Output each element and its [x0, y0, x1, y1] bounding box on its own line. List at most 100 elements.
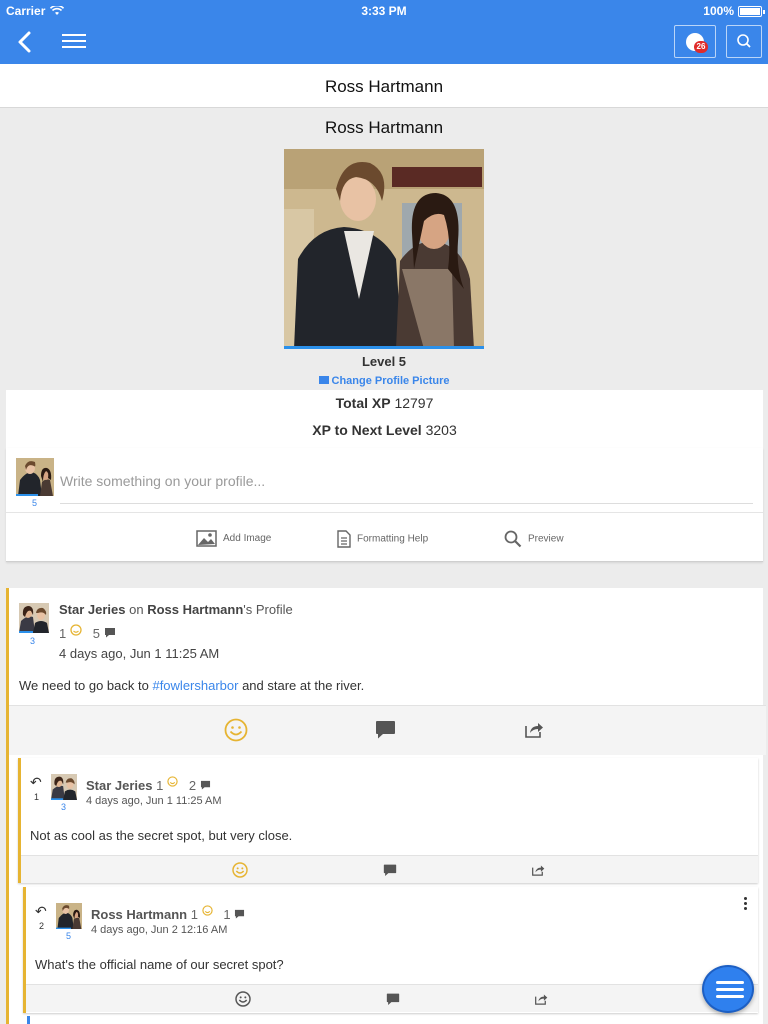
post-date: 4 days ago, Jun 1 11:25 AM: [59, 646, 220, 661]
menu-button[interactable]: [60, 30, 88, 54]
post-actions: [9, 705, 766, 755]
hamburger-icon: [716, 981, 744, 984]
avatar[interactable]: [19, 603, 49, 633]
comment-count: 1: [223, 907, 231, 922]
search-icon: [737, 34, 751, 48]
hamburger-icon-line: [62, 46, 86, 48]
reply-arrow-icon: ↶: [35, 903, 47, 919]
change-profile-picture-link[interactable]: Change Profile Picture: [0, 375, 768, 387]
page-title: Ross Hartmann: [0, 64, 768, 108]
chevron-left-icon: [18, 31, 31, 53]
preview-button[interactable]: Preview: [504, 530, 564, 548]
next-reply-edge: [27, 1016, 758, 1024]
formatting-help-button[interactable]: Formatting Help: [337, 530, 428, 548]
composer-toolbar: Add Image Formatting Help Preview: [6, 512, 763, 562]
reply-actions: [26, 984, 758, 1012]
reply-body: Not as cool as the secret spot, but very…: [30, 828, 293, 843]
profile-name: Ross Hartmann: [324, 118, 444, 137]
battery-percent: 100%: [703, 4, 734, 18]
smile-count: 1: [59, 626, 67, 641]
smile-icon: [167, 776, 178, 787]
document-icon: [337, 530, 351, 548]
smile-button-icon[interactable]: [232, 862, 248, 878]
preview-label: Preview: [528, 533, 564, 545]
change-profile-picture-label: Change Profile Picture: [331, 375, 450, 387]
share-icon[interactable]: [535, 993, 548, 1005]
reply-arrow-icon: ↶: [30, 774, 42, 790]
comment-button-icon[interactable]: [386, 993, 400, 1006]
notifications-button[interactable]: 26: [674, 25, 716, 58]
post-body-text-end: and stare at the river.: [238, 678, 365, 693]
profile-owner-link[interactable]: Ross Hartmann: [147, 602, 243, 617]
reply-header: Star Jeries 1 2: [86, 776, 211, 793]
hamburger-icon-line: [716, 995, 744, 998]
avatar-level: 5: [66, 931, 72, 941]
next-level-xp-value: 3203: [425, 422, 457, 438]
comment-button-icon[interactable]: [383, 864, 397, 877]
smile-button-icon[interactable]: [224, 718, 248, 742]
profile-post-input[interactable]: [60, 456, 753, 504]
next-level-xp-label: XP to Next Level: [312, 422, 422, 438]
reply-date: 4 days ago, Jun 2 12:16 AM: [91, 924, 228, 936]
share-icon[interactable]: [532, 864, 545, 876]
clock: 3:33 PM: [361, 4, 407, 18]
reply-date: 4 days ago, Jun 1 11:25 AM: [86, 795, 222, 807]
comment-count: 2: [188, 778, 197, 793]
search-button[interactable]: [726, 25, 762, 58]
profile-picture[interactable]: [284, 149, 484, 349]
comment-icon: [235, 909, 245, 919]
total-xp-value: 12797: [394, 395, 434, 411]
add-image-label: Add Image: [223, 533, 272, 545]
xp-card: Total XP 12797 XP to Next Level 3203: [6, 390, 763, 448]
comment-icon: [200, 780, 210, 790]
reply-body: What's the official name of our secret s…: [35, 957, 284, 972]
image-icon: [196, 530, 217, 547]
reply-comment: ↶ 2 5 Ross Hartmann 1 1 4 days ago, Jun …: [23, 887, 758, 1013]
comment-button-icon[interactable]: [375, 720, 396, 740]
total-xp-row: Total XP 12797: [6, 395, 763, 411]
smile-icon: [70, 624, 82, 636]
hashtag-link[interactable]: #fowlersharbor: [152, 678, 238, 693]
add-image-button[interactable]: Add Image: [196, 530, 271, 547]
smile-count: 1: [190, 907, 198, 922]
magnifier-icon: [504, 530, 522, 548]
smile-button-icon[interactable]: [235, 991, 251, 1007]
avatar[interactable]: [56, 903, 82, 929]
reply-comment: ↶ 1 3 Star Jeries 1 2 4 days ago, Jun 1 …: [18, 758, 758, 883]
reply-author-link[interactable]: Ross Hartmann: [91, 907, 187, 922]
reply-header: Ross Hartmann 1 1: [91, 905, 245, 922]
post-on-label: on: [129, 602, 144, 617]
share-icon[interactable]: [525, 721, 544, 738]
notification-badge: 26: [694, 41, 708, 53]
hamburger-icon-line: [62, 40, 86, 42]
hamburger-icon-line: [716, 988, 744, 991]
top-bar: Carrier 3:33 PM 100% 26: [0, 0, 768, 64]
profile-suffix: 's Profile: [243, 602, 293, 617]
post-body-text: We need to go back to: [19, 678, 153, 693]
reply-author-link[interactable]: Star Jeries: [86, 778, 153, 793]
reply-actions: [21, 855, 758, 883]
avatar-level: 3: [61, 802, 67, 812]
avatar-level: 3: [30, 636, 36, 646]
next-level-xp-row: XP to Next Level 3203: [6, 422, 763, 438]
picture-icon: [318, 376, 329, 384]
reply-index: 1: [34, 792, 40, 802]
smile-count: 1: [156, 778, 164, 793]
reply-index: 2: [39, 921, 45, 931]
smile-icon: [201, 905, 213, 916]
avatar: [16, 458, 54, 496]
post-composer: 5 Add Image Formatting Help Preview: [6, 448, 763, 562]
battery-icon: [738, 6, 765, 17]
status-bar: Carrier 3:33 PM 100%: [0, 4, 768, 20]
profile-photo-image: [284, 149, 484, 346]
back-button[interactable]: [12, 28, 40, 56]
comment-icon: [104, 628, 115, 638]
post-author-link[interactable]: Star Jeries: [59, 602, 126, 617]
floating-menu-button[interactable]: [702, 965, 754, 1013]
total-xp-label: Total XP: [335, 395, 391, 411]
more-options-icon[interactable]: [744, 897, 748, 911]
formatting-help-label: Formatting Help: [357, 533, 429, 545]
hamburger-icon: [62, 34, 86, 36]
post-stats: 1 5: [59, 624, 116, 641]
avatar[interactable]: [51, 774, 77, 800]
